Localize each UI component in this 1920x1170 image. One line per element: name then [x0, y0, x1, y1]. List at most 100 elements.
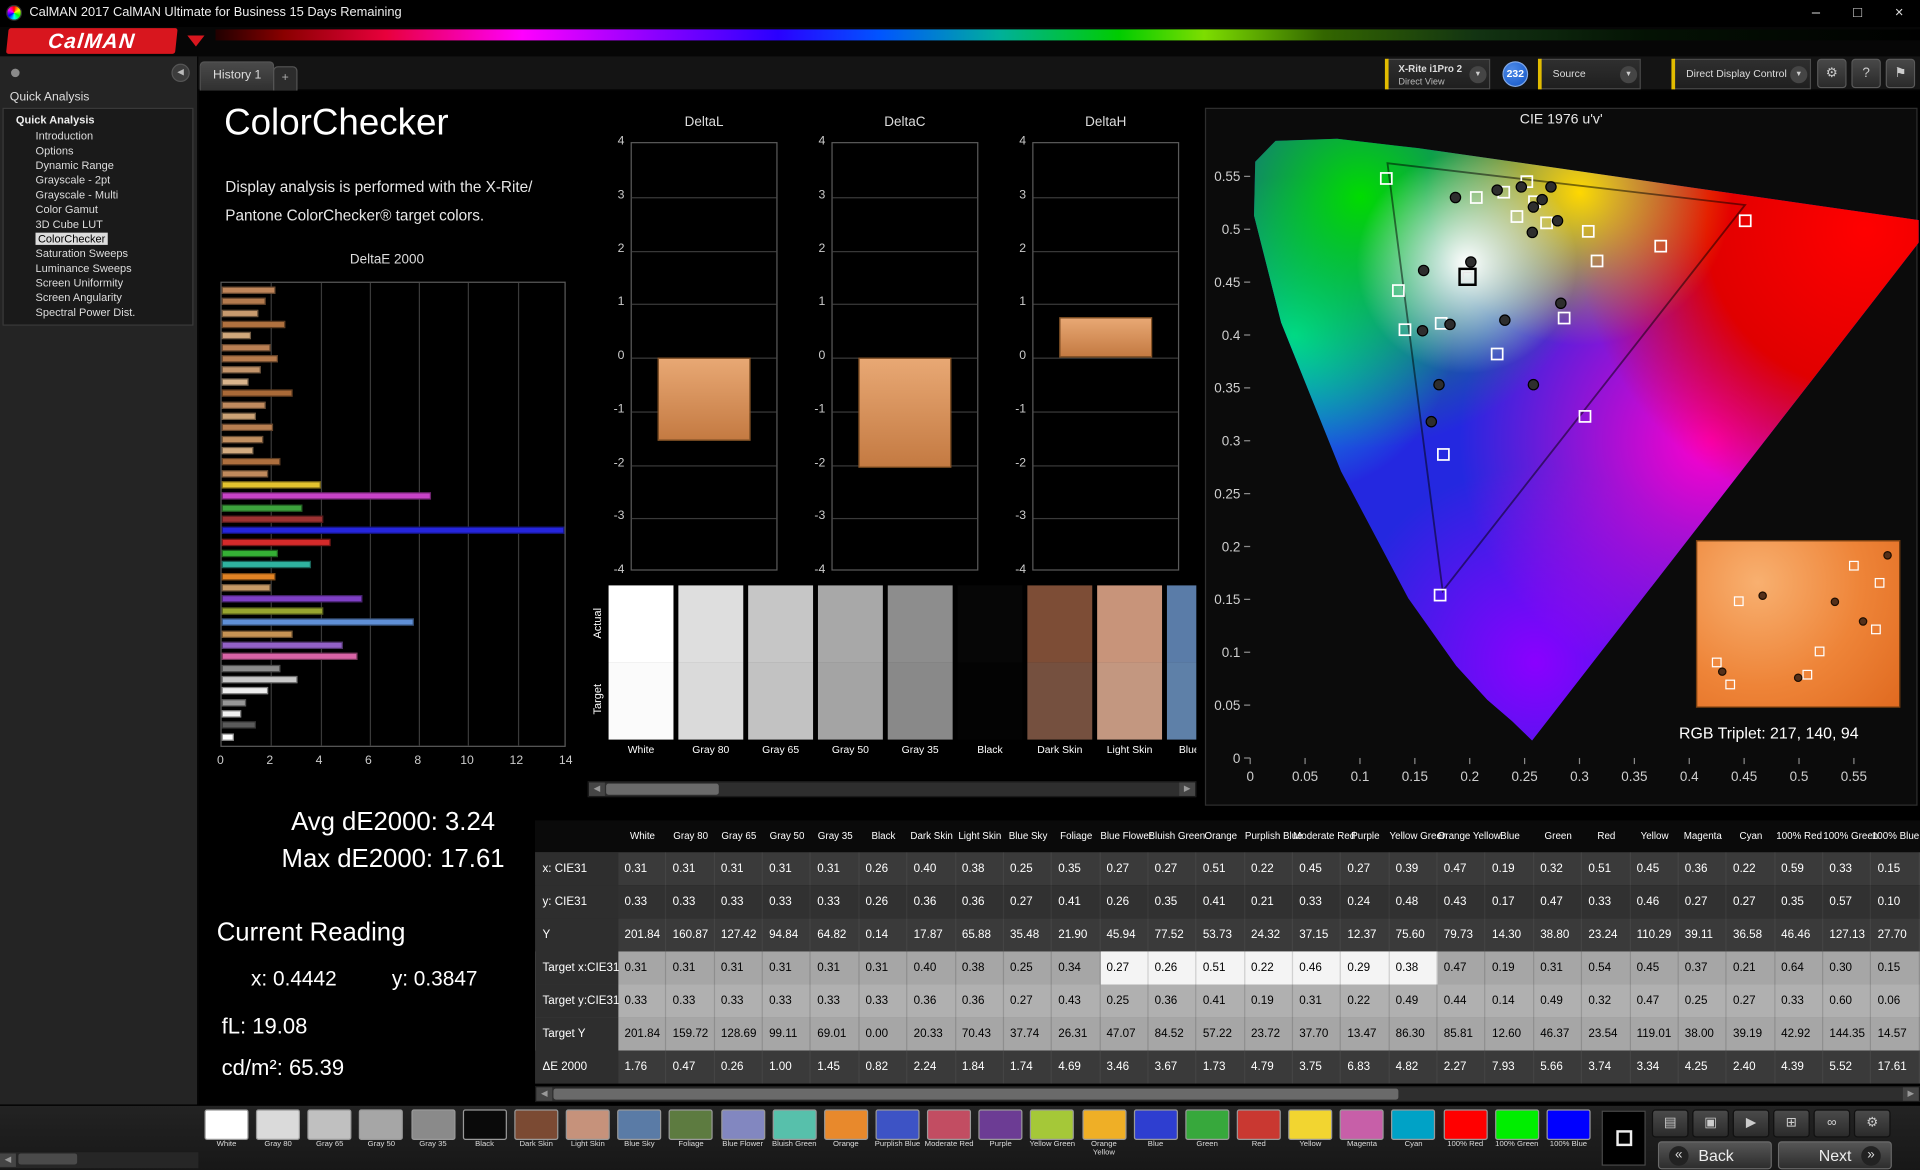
- scroll-left-icon[interactable]: ◀: [536, 1087, 553, 1101]
- sidebar-item-3d-cube-lut[interactable]: 3D Cube LUT: [4, 217, 193, 232]
- pin-button[interactable]: ⚑: [1885, 58, 1916, 89]
- pattern-blue-sky[interactable]: Blue Sky: [615, 1109, 664, 1149]
- deltaE-bar: [221, 687, 269, 695]
- tab-history-1[interactable]: History 1: [199, 61, 275, 91]
- pattern-green[interactable]: Green: [1183, 1109, 1232, 1149]
- scroll-left-icon[interactable]: ◀: [0, 1153, 16, 1167]
- pattern-100-green[interactable]: 100% Green: [1492, 1109, 1541, 1149]
- pattern-cyan[interactable]: Cyan: [1389, 1109, 1438, 1149]
- display-button[interactable]: ▤: [1651, 1109, 1689, 1138]
- pattern-gray-80[interactable]: Gray 80: [254, 1109, 303, 1149]
- svg-text:0.15: 0.15: [1402, 769, 1428, 784]
- pattern-red[interactable]: Red: [1234, 1109, 1283, 1149]
- scroll-right-icon[interactable]: ▶: [1179, 782, 1196, 796]
- sidebar-item-screen-uniformity[interactable]: Screen Uniformity: [4, 276, 193, 291]
- pattern-button[interactable]: ▣: [1692, 1109, 1729, 1138]
- sidebar-scroll-thumb[interactable]: [18, 1153, 78, 1165]
- target-button[interactable]: ⊞: [1773, 1109, 1810, 1138]
- scroll-left-icon[interactable]: ◀: [588, 782, 605, 796]
- pattern-orange-yellow[interactable]: Orange Yellow: [1079, 1109, 1128, 1157]
- measure-settings-button[interactable]: ⚙: [1853, 1109, 1891, 1138]
- pattern-100-red[interactable]: 100% Red: [1441, 1109, 1490, 1149]
- settings-button[interactable]: ⚙: [1817, 58, 1847, 89]
- meter-dropdown[interactable]: X-Rite i1Pro 2 Direct View ▼: [1384, 58, 1491, 90]
- pattern-white[interactable]: White: [202, 1109, 251, 1149]
- sidebar-item-saturation-sweeps[interactable]: Saturation Sweeps: [4, 246, 193, 261]
- patch-gray-65: Gray 65: [748, 585, 814, 769]
- next-button[interactable]: Next »: [1777, 1141, 1892, 1170]
- sidebar-root-node[interactable]: Quick Analysis: [4, 113, 193, 129]
- sidebar-item-introduction[interactable]: Introduction: [4, 129, 193, 144]
- current-reading-title: Current Reading: [216, 918, 406, 947]
- chevron-down-icon[interactable]: ▼: [1790, 66, 1808, 84]
- deltac-bar: [858, 357, 952, 468]
- pattern-black[interactable]: Black: [460, 1109, 509, 1149]
- calman-logo[interactable]: CalMAN: [5, 28, 178, 54]
- pattern-yellow-green[interactable]: Yellow Green: [1028, 1109, 1077, 1149]
- pattern-purplish-blue[interactable]: Purplish Blue: [873, 1109, 922, 1149]
- tab-add-button[interactable]: +: [273, 66, 298, 91]
- deltaE-bar: [221, 446, 254, 455]
- source-dropdown[interactable]: Source ▼: [1537, 58, 1641, 90]
- sidebar-item-options[interactable]: Options: [4, 143, 193, 158]
- pattern-gray-65[interactable]: Gray 65: [305, 1109, 354, 1149]
- pattern-orange[interactable]: Orange: [821, 1109, 870, 1149]
- deltaE-bar: [221, 492, 432, 500]
- sidebar-item-grayscale-2pt[interactable]: Grayscale - 2pt: [4, 173, 193, 188]
- pattern-magenta[interactable]: Magenta: [1338, 1109, 1387, 1149]
- pattern-dark-skin[interactable]: Dark Skin: [512, 1109, 561, 1149]
- logo-dropdown-arrow-icon[interactable]: [187, 35, 205, 47]
- svg-text:0.45: 0.45: [1731, 769, 1757, 784]
- back-button[interactable]: « Back: [1657, 1141, 1772, 1170]
- sidebar-item-dynamic-range[interactable]: Dynamic Range: [4, 158, 193, 173]
- deltaE-bar: [221, 412, 257, 420]
- sidebar-collapse-button[interactable]: ◀: [171, 63, 190, 83]
- sidebar-item-screen-angularity[interactable]: Screen Angularity: [4, 290, 193, 305]
- pattern-blue[interactable]: Blue: [1131, 1109, 1180, 1149]
- max-de2000: Max dE2000: 17.61: [281, 844, 505, 874]
- sidebar-scrollbar[interactable]: ◀: [0, 1152, 199, 1169]
- svg-text:0.2: 0.2: [1460, 769, 1479, 784]
- deltaE-bar: [221, 538, 331, 546]
- pattern-light-skin[interactable]: Light Skin: [563, 1109, 612, 1149]
- pattern-moderate-red[interactable]: Moderate Red: [925, 1109, 974, 1149]
- read-button[interactable]: ▶: [1732, 1109, 1770, 1138]
- help-button[interactable]: ?: [1851, 58, 1881, 89]
- pattern-blue-flower[interactable]: Blue Flower: [718, 1109, 767, 1149]
- pattern-gray-35[interactable]: Gray 35: [408, 1109, 457, 1149]
- sidebar-tree: Quick Analysis Introduction Options Dynami…: [2, 107, 194, 326]
- pattern-100-blue[interactable]: 100% Blue: [1544, 1109, 1593, 1149]
- pattern-purple[interactable]: Purple: [976, 1109, 1025, 1149]
- patch-black: Black: [957, 585, 1023, 769]
- back-chevrons-icon: «: [1668, 1145, 1689, 1166]
- pattern-window-button[interactable]: [1601, 1110, 1646, 1166]
- deltaE-bar: [221, 618, 415, 626]
- reading-y: y: 0.3847: [391, 967, 478, 991]
- pattern-yellow[interactable]: Yellow: [1286, 1109, 1335, 1149]
- table-scrollbar[interactable]: ◀ ▶: [535, 1086, 1920, 1103]
- sidebar-item-luminance-sweeps[interactable]: Luminance Sweeps: [4, 261, 193, 276]
- pattern-gray-50[interactable]: Gray 50: [357, 1109, 406, 1149]
- close-button[interactable]: ×: [1878, 0, 1920, 27]
- sidebar-item-colorchecker[interactable]: ColorChecker: [4, 231, 193, 246]
- deltaC-title: DeltaC: [884, 115, 926, 130]
- maximize-button[interactable]: □: [1837, 0, 1879, 27]
- strip-scroll-thumb[interactable]: [606, 783, 719, 795]
- continuous-button[interactable]: ∞: [1813, 1109, 1851, 1138]
- sidebar-item-grayscale-multi[interactable]: Grayscale - Multi: [4, 187, 193, 202]
- next-label: Next: [1818, 1146, 1852, 1165]
- sidebar-item-color-gamut[interactable]: Color Gamut: [4, 202, 193, 217]
- chevron-down-icon[interactable]: ▼: [1620, 66, 1638, 84]
- scroll-right-icon[interactable]: ▶: [1902, 1087, 1919, 1101]
- pattern-bluish-green[interactable]: Bluish Green: [770, 1109, 819, 1149]
- minimize-button[interactable]: –: [1795, 0, 1837, 27]
- deltaE-bar: [221, 435, 264, 443]
- strip-scrollbar[interactable]: ◀ ▶: [587, 781, 1197, 798]
- table-scroll-thumb[interactable]: [553, 1088, 1399, 1100]
- display-control-dropdown[interactable]: Direct Display Control ▼: [1671, 58, 1812, 90]
- column-light-skin: Light Skin: [958, 830, 1002, 842]
- pattern-foliage[interactable]: Foliage: [667, 1109, 716, 1149]
- rainbow-strip: [215, 29, 1920, 41]
- chevron-down-icon[interactable]: ▼: [1469, 66, 1487, 84]
- sidebar-item-spectral-power-dist[interactable]: Spectral Power Dist.: [4, 305, 193, 320]
